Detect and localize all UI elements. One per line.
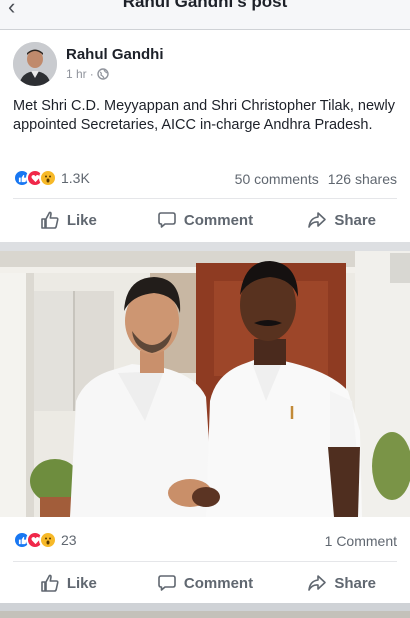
divider [13, 561, 397, 562]
photo-comment-button[interactable]: Comment [137, 563, 274, 603]
share-icon [308, 212, 327, 228]
page-title: Rahul Gandhi's post [122, 0, 288, 11]
post-time[interactable]: 1 hr [66, 67, 87, 81]
comment-icon [158, 212, 176, 228]
reactions-count: 1.3K [61, 170, 90, 186]
like-label: Like [66, 574, 97, 592]
post-stats: 50 comments 126 shares [235, 171, 397, 187]
post-text: Met Shri C.D. Meyyappan and Shri Christo… [13, 98, 395, 133]
comment-label: Comment [183, 211, 254, 229]
next-photo-peek [0, 611, 410, 618]
author-name[interactable]: Rahul Gandhi [66, 46, 164, 63]
next-card-peek [0, 603, 410, 618]
wow-icon [39, 169, 57, 187]
photo-reactions-count: 23 [61, 532, 77, 548]
photo-action-bar: Like Comment Share [0, 563, 410, 603]
post-photo[interactable] [0, 251, 410, 517]
post-meta: 1 hr · [66, 67, 109, 81]
meta-separator: · [89, 67, 94, 81]
photo-stats: 1 Comment [325, 533, 397, 549]
like-label: Like [66, 211, 97, 229]
photo-like-button[interactable]: Like [0, 563, 137, 603]
comment-label: Comment [183, 574, 254, 592]
share-label: Share [334, 574, 377, 592]
thumbs-up-icon [41, 574, 59, 592]
reactions-summary[interactable]: 1.3K [13, 169, 90, 187]
share-icon [308, 575, 327, 591]
like-button[interactable]: Like [0, 200, 137, 240]
photo-reactions-summary[interactable]: 23 [13, 531, 77, 549]
avatar[interactable] [13, 42, 57, 86]
share-label: Share [334, 211, 377, 229]
photo-card: 23 1 Comment Like Comment Share [0, 251, 410, 603]
top-bar: ‹ Rahul Gandhi's post [0, 0, 410, 30]
comment-icon [158, 575, 176, 591]
comment-button[interactable]: Comment [137, 200, 274, 240]
wow-icon [39, 531, 57, 549]
photo-share-button[interactable]: Share [273, 563, 410, 603]
divider [13, 198, 397, 199]
post-card: Rahul Gandhi 1 hr · Met Shri C.D. Meyyap… [0, 30, 410, 242]
comments-count[interactable]: 50 comments [235, 171, 319, 187]
photo-comments-count[interactable]: 1 Comment [325, 533, 397, 549]
action-bar: Like Comment Share [0, 200, 410, 240]
thumbs-up-icon [41, 211, 59, 229]
shares-count[interactable]: 126 shares [328, 171, 397, 187]
share-button[interactable]: Share [273, 200, 410, 240]
globe-icon [96, 68, 109, 80]
